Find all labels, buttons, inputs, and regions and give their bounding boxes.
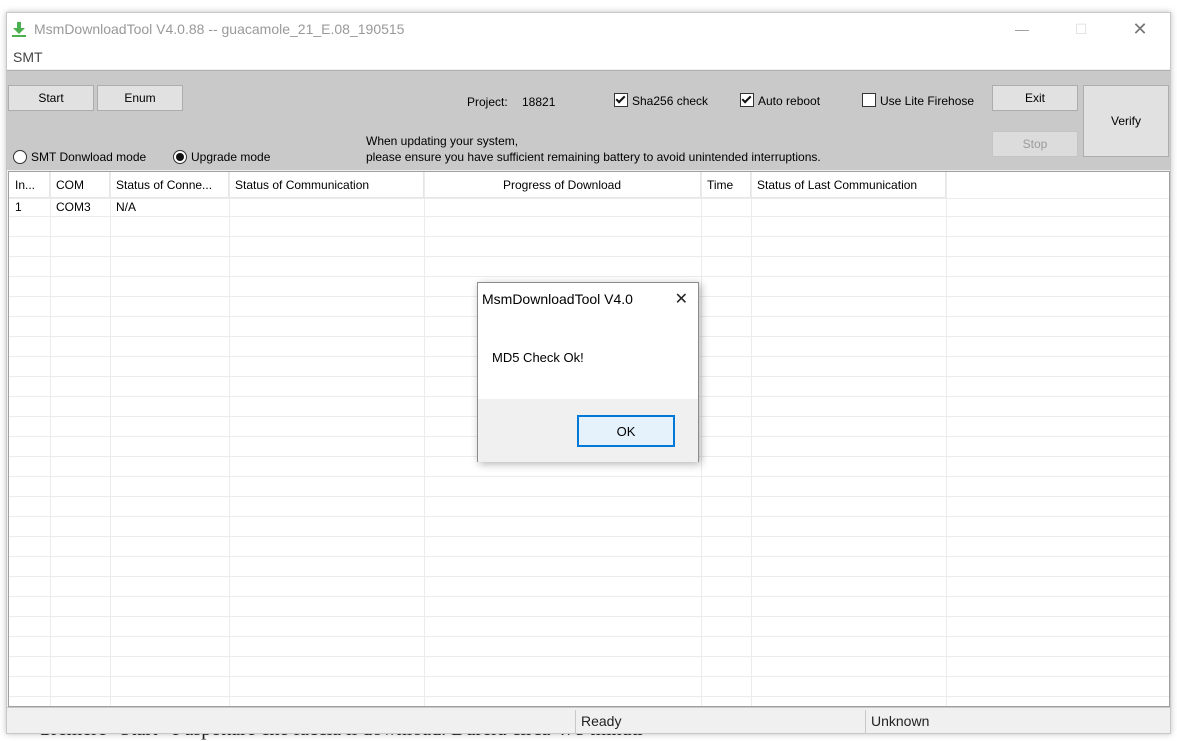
row-divider: [9, 556, 1169, 557]
status-bar: Ready Unknown: [7, 707, 1170, 733]
table-cell-connection[interactable]: N/A: [110, 197, 229, 217]
toolbar: Start Enum Project: 18821 Sha256 check A…: [7, 70, 1170, 170]
column-header-communication[interactable]: Status of Communication: [229, 172, 424, 198]
row-divider: [9, 536, 1169, 537]
project-value: 18821: [522, 95, 556, 109]
radio-selected-dot: [176, 153, 184, 161]
row-divider: [9, 676, 1169, 677]
row-divider: [9, 476, 1169, 477]
column-divider: [110, 172, 111, 706]
table-cell-com[interactable]: COM3: [50, 197, 110, 217]
verify-button[interactable]: Verify: [1083, 85, 1169, 157]
column-divider: [424, 172, 425, 706]
smt-mode-radio[interactable]: [13, 150, 27, 164]
status-divider: [575, 710, 576, 733]
upgrade-mode-label: Upgrade mode: [191, 150, 271, 164]
row-divider: [9, 656, 1169, 657]
status-ready: Ready: [581, 713, 622, 729]
row-divider: [9, 236, 1169, 237]
ok-button[interactable]: OK: [577, 415, 675, 447]
message-dialog: MsmDownloadTool V4.0 ✕ MD5 Check Ok! OK: [477, 282, 699, 462]
project-label: Project:: [467, 95, 508, 109]
column-header-index[interactable]: In...: [9, 172, 50, 198]
sha256-label: Sha256 check: [632, 94, 709, 108]
enum-button[interactable]: Enum: [97, 85, 183, 111]
column-divider: [701, 172, 702, 706]
dialog-message: MD5 Check Ok!: [492, 350, 584, 365]
dialog-footer: OK: [478, 399, 698, 462]
title-bar[interactable]: MsmDownloadTool V4.0.88 -- guacamole_21_…: [7, 13, 1170, 45]
row-divider: [9, 616, 1169, 617]
column-header-connection[interactable]: Status of Conne...: [110, 172, 229, 198]
row-divider: [9, 596, 1169, 597]
column-header-last-communication[interactable]: Status of Last Communication: [751, 172, 946, 198]
table-cell-index[interactable]: 1: [9, 197, 50, 217]
dialog-title: MsmDownloadTool V4.0: [482, 291, 633, 307]
check-mark-icon: [615, 93, 626, 104]
row-divider: [9, 576, 1169, 577]
close-icon[interactable]: ✕: [1117, 13, 1163, 45]
smt-mode-label: SMT Donwload mode: [31, 150, 147, 164]
notice-line-1: When updating your system,: [366, 134, 519, 148]
close-icon[interactable]: ✕: [675, 289, 688, 309]
row-divider: [9, 496, 1169, 497]
column-divider: [751, 172, 752, 706]
row-divider: [9, 276, 1169, 277]
row-divider: [9, 636, 1169, 637]
maximize-icon[interactable]: ☐: [1058, 13, 1104, 45]
column-header-progress[interactable]: Progress of Download: [424, 172, 701, 198]
column-divider: [229, 172, 230, 706]
row-divider: [9, 256, 1169, 257]
stop-button[interactable]: Stop: [992, 131, 1078, 157]
window-title: MsmDownloadTool V4.0.88 -- guacamole_21_…: [34, 21, 405, 37]
column-header-com[interactable]: COM: [50, 172, 110, 198]
lite-firehose-checkbox[interactable]: [862, 93, 876, 107]
sha256-checkbox[interactable]: [614, 93, 628, 107]
check-mark-icon: [741, 93, 752, 104]
minimize-icon[interactable]: —: [999, 13, 1045, 45]
upgrade-mode-radio[interactable]: [173, 150, 187, 164]
auto-reboot-checkbox[interactable]: [740, 93, 754, 107]
menu-item-smt[interactable]: SMT: [13, 49, 43, 65]
menu-bar: SMT: [7, 45, 1170, 69]
row-divider: [9, 516, 1169, 517]
download-arrow-icon: [12, 22, 26, 37]
status-unknown: Unknown: [871, 713, 930, 729]
column-divider: [946, 172, 947, 706]
column-divider: [50, 172, 51, 706]
row-divider: [9, 696, 1169, 697]
lite-firehose-label: Use Lite Firehose: [880, 94, 975, 108]
auto-reboot-label: Auto reboot: [758, 94, 821, 108]
column-header-time[interactable]: Time: [701, 172, 751, 198]
status-divider: [865, 710, 866, 733]
start-button[interactable]: Start: [8, 85, 94, 111]
exit-button[interactable]: Exit: [992, 85, 1078, 111]
notice-line-2: please ensure you have sufficient remain…: [366, 150, 821, 164]
